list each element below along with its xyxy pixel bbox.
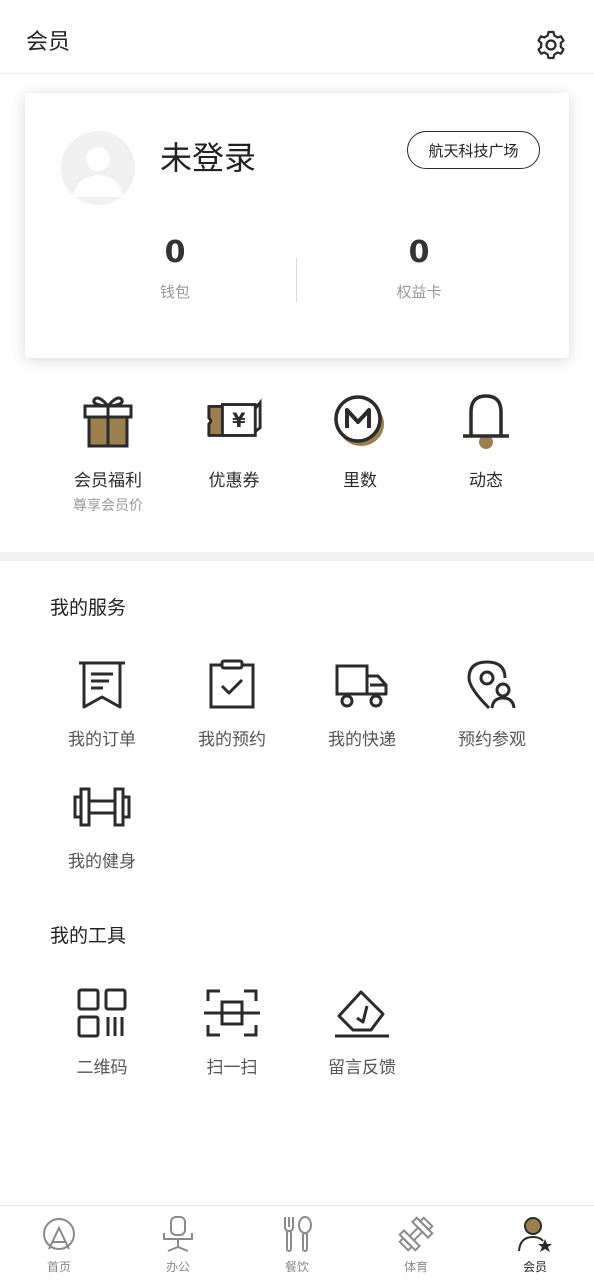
tab-label: 会员 [522, 1260, 547, 1274]
tool-label: 留言反馈 [328, 1058, 396, 1078]
benefit-card-value: 0 [408, 235, 430, 270]
quick-sub: 尊享会员价 [73, 498, 143, 514]
wallet-stat[interactable]: 0 钱包 [75, 233, 275, 302]
tab-label: 首页 [46, 1260, 71, 1274]
tab-sports[interactable]: 体育 [357, 1214, 475, 1275]
wallet-label: 钱包 [159, 283, 190, 301]
stat-divider [296, 258, 297, 302]
sports-dumbbell-icon [398, 1216, 434, 1252]
services-title: 我的服务 [50, 597, 127, 619]
office-chair-icon [163, 1216, 193, 1252]
scan-icon [204, 989, 260, 1037]
service-item-reservations[interactable]: 我的预约 [167, 655, 297, 750]
qr-code-icon [77, 988, 127, 1038]
tab-label: 餐饮 [284, 1260, 309, 1274]
quick-grid: 会员福利 尊享会员价 ¥ 优惠券 里数 动态 [0, 388, 594, 528]
settings-button[interactable] [533, 27, 569, 63]
bell-icon [463, 394, 509, 449]
avatar[interactable] [61, 131, 135, 205]
receipt-icon [79, 661, 125, 709]
quick-label: 优惠券 [208, 471, 260, 491]
wallet-value: 0 [164, 235, 186, 270]
tool-item-qr-code[interactable]: 二维码 [37, 983, 167, 1078]
home-icon [43, 1218, 75, 1250]
tab-member[interactable]: 会员 [476, 1214, 594, 1275]
tool-label: 二维码 [76, 1058, 128, 1078]
tab-dining[interactable]: 餐饮 [238, 1214, 356, 1275]
tab-bar: 首页 办公 餐饮 体育 会员 [0, 1205, 594, 1280]
service-label: 我的订单 [68, 730, 136, 750]
quick-label: 会员福利 [74, 471, 142, 491]
section-divider [0, 552, 594, 561]
service-item-orders[interactable]: 我的订单 [37, 655, 167, 750]
tools-title: 我的工具 [50, 925, 127, 947]
delivery-truck-icon [335, 664, 388, 708]
tool-item-feedback[interactable]: 留言反馈 [297, 983, 427, 1078]
service-label: 预约参观 [458, 730, 526, 750]
tab-label: 体育 [403, 1260, 428, 1274]
service-item-express[interactable]: 我的快递 [297, 655, 427, 750]
gear-icon [537, 30, 565, 60]
tool-label: 扫一扫 [206, 1058, 258, 1078]
feedback-icon [335, 990, 389, 1038]
profile-card: 未登录 航天科技广场 0 钱包 0 权益卡 [25, 93, 569, 358]
default-avatar-icon [61, 131, 135, 205]
benefit-card-label: 权益卡 [396, 283, 442, 301]
clipboard-check-icon [209, 659, 255, 709]
service-label: 我的快递 [328, 730, 396, 750]
member-icon [518, 1217, 552, 1252]
quick-item-mileage[interactable]: 里数 [296, 388, 424, 495]
header: 会员 [0, 0, 594, 74]
service-label: 我的健身 [68, 852, 136, 872]
quick-label: 里数 [343, 471, 377, 491]
tool-item-scan[interactable]: 扫一扫 [167, 983, 297, 1078]
location-pill[interactable]: 航天科技广场 [407, 131, 540, 169]
quick-label: 动态 [469, 471, 503, 491]
coupon-icon: ¥ [207, 398, 262, 437]
mileage-coin-icon [334, 395, 384, 446]
service-item-fitness[interactable]: 我的健身 [37, 777, 167, 872]
dumbbell-icon [73, 787, 131, 827]
quick-item-benefits[interactable]: 会员福利 尊享会员价 [44, 388, 172, 515]
service-label: 我的预约 [198, 730, 266, 750]
quick-item-coupons[interactable]: ¥ 优惠券 [170, 388, 298, 495]
benefit-card-stat[interactable]: 0 权益卡 [319, 233, 519, 302]
login-status[interactable]: 未登录 [160, 133, 256, 179]
service-item-visit[interactable]: 预约参观 [427, 655, 557, 750]
tab-office[interactable]: 办公 [119, 1214, 237, 1275]
tab-label: 办公 [165, 1260, 190, 1274]
fork-spoon-icon [284, 1216, 312, 1252]
location-person-icon [467, 660, 516, 710]
svg-text:¥: ¥ [232, 409, 246, 432]
quick-item-news[interactable]: 动态 [422, 388, 550, 495]
tab-home[interactable]: 首页 [0, 1214, 118, 1275]
gift-icon [83, 396, 133, 448]
page-title: 会员 [26, 30, 71, 55]
